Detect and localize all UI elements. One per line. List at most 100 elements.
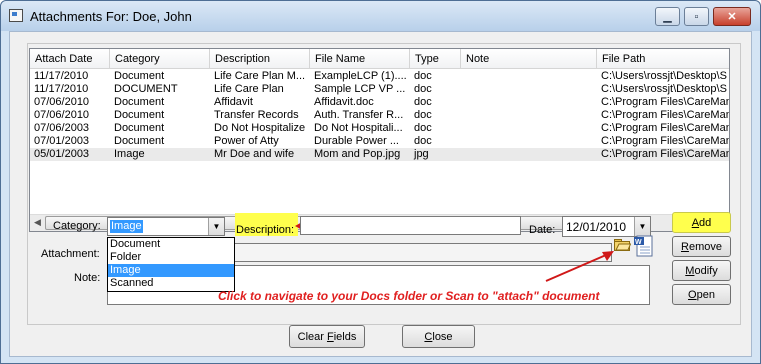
column-header-note[interactable]: Note — [461, 49, 597, 69]
chevron-down-icon[interactable]: ▼ — [208, 218, 224, 235]
dialog-client: Attach Date Category Description File Na… — [9, 31, 752, 357]
cell-category: Document — [114, 109, 165, 121]
table-row[interactable]: 07/01/2003 Document Power of Atty Durable P… — [30, 135, 730, 148]
cell-type: doc — [414, 122, 432, 134]
date-picker[interactable]: 12/01/2010 ▼ — [562, 216, 651, 237]
remove-button-label: Remove — [681, 240, 722, 253]
cell-description: Do Not Hospitalize — [214, 122, 306, 134]
cell-category: Document — [114, 122, 165, 134]
cell-category: Document — [114, 135, 165, 147]
title-bar[interactable]: Attachments For: Doe, John ▁ ▫ ✕ — [1, 1, 760, 31]
cell-file-name: Durable Power ... — [314, 135, 399, 147]
table-row[interactable]: 07/06/2010 Document Affidavit Affidavit.doc… — [30, 96, 729, 109]
column-header-attach-date[interactable]: Attach Date — [30, 49, 110, 69]
clear-fields-button[interactable]: Clear Fields — [289, 325, 365, 348]
cell-file-name: Sample LCP VP ... — [314, 83, 406, 95]
cell-type: doc — [414, 70, 432, 82]
column-header-type[interactable]: Type — [410, 49, 461, 69]
column-header-file-name[interactable]: File Name — [310, 49, 410, 69]
cell-type: doc — [414, 96, 432, 108]
cell-file-path: C:\Users\rossjt\Desktop\S — [601, 70, 727, 82]
cell-note — [461, 148, 597, 161]
description-input[interactable] — [300, 216, 521, 235]
cell-file-name: ExampleLCP (1).... — [314, 70, 407, 82]
annotation-arrow-icon — [545, 251, 614, 282]
cell-type: doc — [414, 109, 432, 121]
cell-note — [461, 83, 597, 96]
minimize-button[interactable]: ▁ — [655, 7, 680, 26]
cell-note — [461, 109, 597, 122]
cell-attach-date: 07/01/2003 — [34, 135, 90, 147]
column-header-description[interactable]: Description — [210, 49, 310, 69]
dropdown-option-image[interactable]: Image — [108, 264, 234, 277]
close-icon: ✕ — [727, 11, 737, 23]
close-button-label: Close — [424, 330, 453, 343]
cell-attach-date: 07/06/2010 — [34, 109, 90, 121]
app-icon — [9, 9, 23, 22]
cell-description: Transfer Records — [214, 109, 299, 121]
modify-button[interactable]: Modify — [672, 260, 731, 281]
cell-type: doc — [414, 83, 432, 95]
cell-file-path: C:\Program Files\CareMan — [601, 109, 730, 121]
cell-description: Power of Atty — [214, 135, 279, 147]
cell-file-path: C:\Program Files\CareMan — [601, 122, 730, 134]
date-value: 12/01/2010 — [566, 220, 627, 234]
description-label: Description: — [236, 224, 295, 236]
restore-icon: ▫ — [694, 10, 699, 23]
cell-description: Life Care Plan M... — [214, 70, 306, 82]
cell-file-name: Do Not Hospitali... — [314, 122, 403, 134]
add-button-label: Add — [691, 216, 712, 229]
cell-attach-date: 11/17/2010 — [34, 70, 89, 82]
date-label: Date: — [529, 224, 556, 236]
cell-note — [461, 135, 597, 148]
note-label: Note: — [74, 272, 101, 284]
category-select[interactable]: Image ▼ — [107, 217, 225, 236]
cell-category: Image — [114, 148, 145, 160]
cell-category: Document — [114, 70, 165, 82]
category-label: Category: — [53, 220, 101, 232]
cell-file-name: Auth. Transfer R... — [314, 109, 404, 121]
add-button[interactable]: Add — [672, 212, 731, 233]
cell-type: doc — [414, 135, 432, 147]
category-dropdown-list[interactable]: Document Folder Image Scanned — [107, 237, 235, 292]
open-button[interactable]: Open — [672, 284, 731, 305]
close-button[interactable]: Close — [402, 325, 475, 348]
cell-attach-date: 11/17/2010 — [34, 83, 89, 95]
table-row[interactable]: 07/06/2003 Document Do Not Hospitalize Do N… — [30, 122, 730, 135]
maximize-button[interactable]: ▫ — [684, 7, 709, 26]
cell-file-path: C:\Program Files\CareMan — [601, 135, 730, 147]
window-title: Attachments For: Doe, John — [30, 9, 192, 24]
attachments-window: Attachments For: Doe, John ▁ ▫ ✕ Attach … — [0, 0, 761, 364]
cell-description: Life Care Plan — [214, 83, 284, 95]
attachment-label: Attachment: — [41, 248, 100, 260]
cell-file-path: C:\Users\rossjt\Desktop\S — [601, 83, 727, 95]
cell-attach-date: 07/06/2003 — [34, 122, 90, 134]
cell-file-path: C:\Program Files\CareMan — [601, 148, 730, 160]
table-row[interactable]: 11/17/2010 DOCUMENT Life Care Plan Sample L… — [30, 83, 729, 96]
cell-file-name: Mom and Pop.jpg — [314, 148, 401, 160]
svg-text:W: W — [635, 239, 642, 246]
cell-file-name: Affidavit.doc — [314, 96, 374, 108]
dropdown-option-scanned[interactable]: Scanned — [108, 277, 234, 290]
scroll-left-icon[interactable]: ◀ — [34, 217, 41, 228]
dropdown-option-document[interactable]: Document — [108, 238, 234, 251]
table-row[interactable]: 07/06/2010 Document Transfer Records Auth. … — [30, 109, 730, 122]
attachments-table[interactable]: Attach Date Category Description File Na… — [29, 48, 730, 232]
close-window-button[interactable]: ✕ — [713, 7, 751, 26]
remove-button[interactable]: Remove — [672, 236, 731, 257]
cell-category: Document — [114, 96, 165, 108]
table-header: Attach Date Category Description File Na… — [30, 49, 729, 69]
cell-category: DOCUMENT — [114, 83, 178, 95]
cell-description: Affidavit — [214, 96, 253, 108]
column-header-category[interactable]: Category — [110, 49, 210, 69]
table-row[interactable]: 11/17/2010 Document Life Care Plan M... Exa… — [30, 70, 729, 83]
dropdown-option-folder[interactable]: Folder — [108, 251, 234, 264]
annotation-text: Click to navigate to your Docs folder or… — [218, 289, 600, 303]
table-row[interactable]: 05/01/2003 Image Mr Doe and wife Mom and Po… — [30, 148, 730, 161]
scan-document-icon[interactable]: W — [634, 235, 653, 257]
cell-note — [461, 70, 597, 83]
calendar-dropdown-icon[interactable]: ▼ — [634, 217, 650, 236]
column-header-file-path[interactable]: File Path — [597, 49, 729, 69]
cell-type: jpg — [414, 148, 429, 160]
clear-fields-button-label: Clear Fields — [297, 330, 357, 343]
